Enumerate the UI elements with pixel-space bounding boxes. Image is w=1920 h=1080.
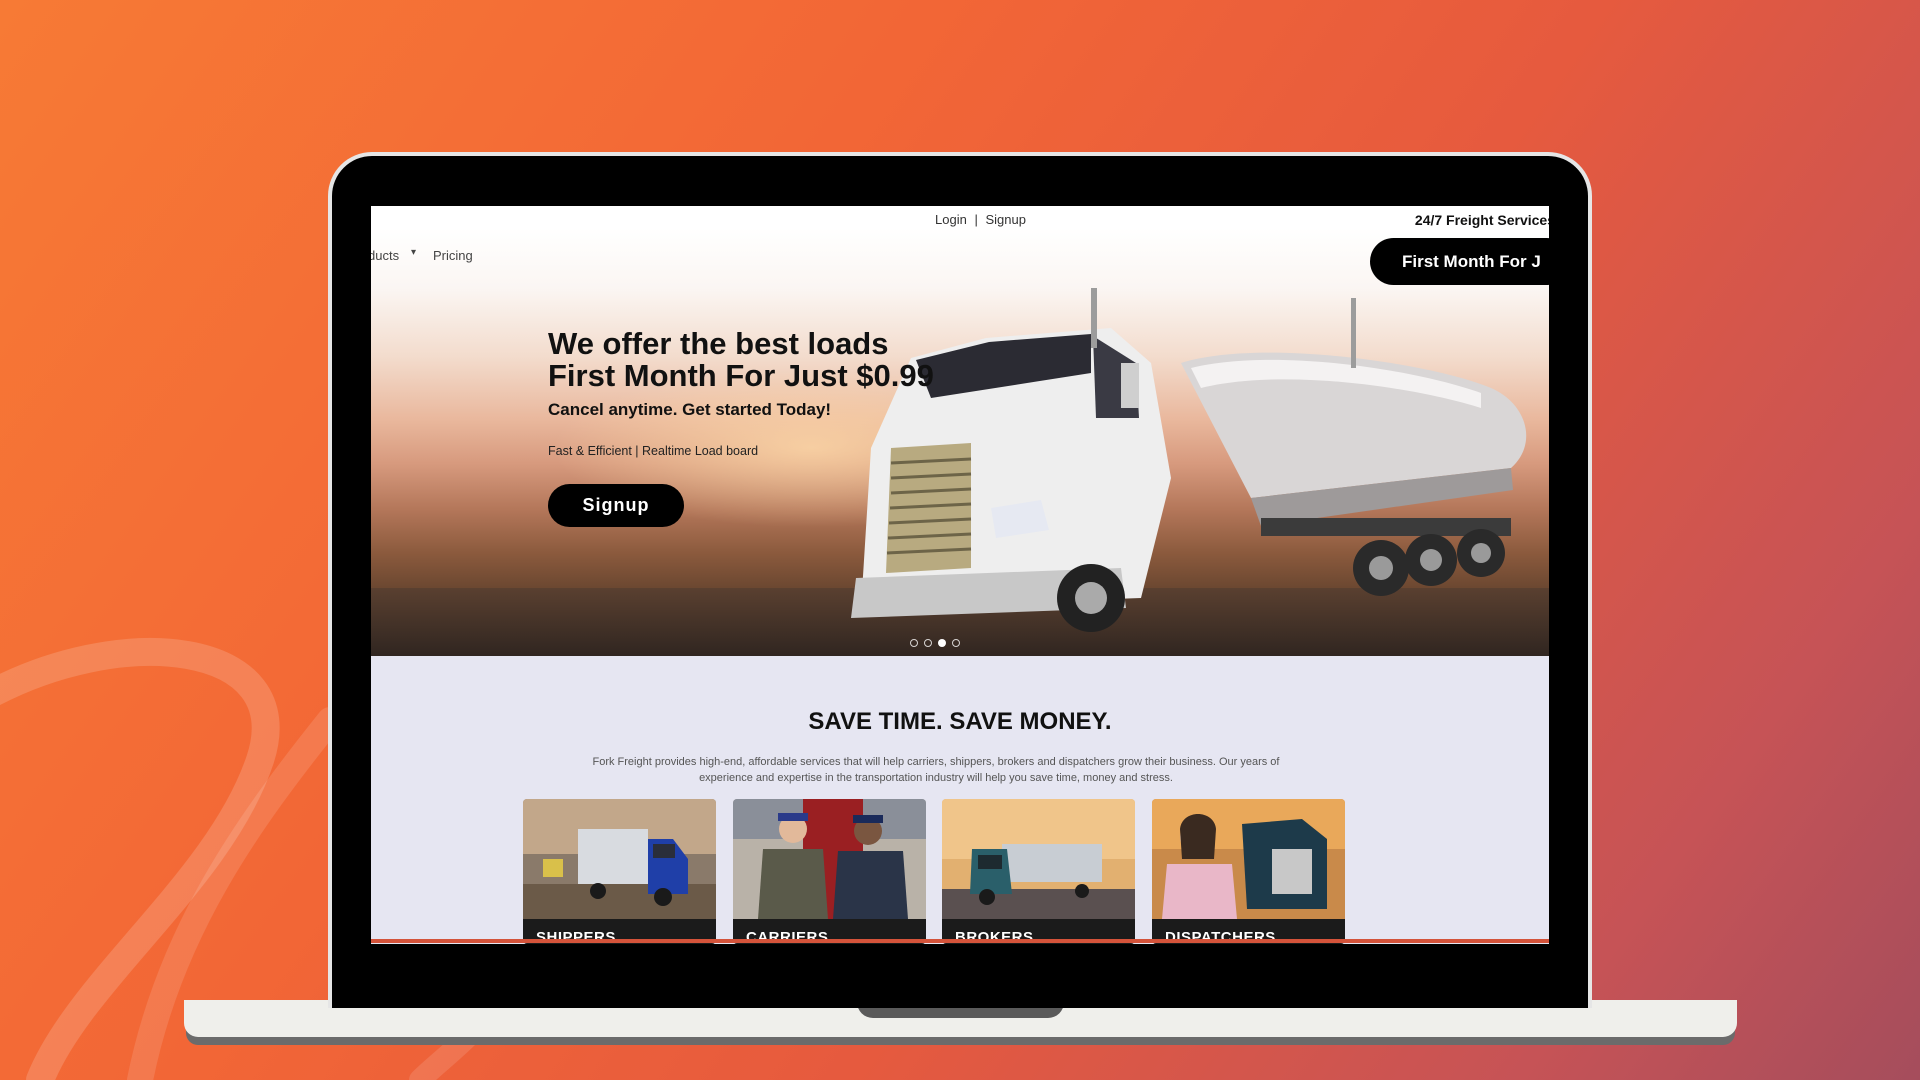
brokers-truck-image xyxy=(942,799,1135,919)
carousel-dot[interactable] xyxy=(952,639,960,647)
section-description: Fork Freight provides high-end, affordab… xyxy=(592,756,1280,784)
card-shippers[interactable]: SHIPPERS xyxy=(523,799,716,944)
bottom-accent-line xyxy=(371,939,1549,943)
card-carriers[interactable]: CARRIERS xyxy=(733,799,926,944)
carriers-handshake-image xyxy=(733,799,926,919)
auth-separator: | xyxy=(974,212,978,227)
hero-signup-button[interactable]: Signup xyxy=(548,484,684,527)
hero-title: We offer the best loads First Month For … xyxy=(548,328,934,392)
carousel-dots xyxy=(910,639,960,647)
hero-title-line1: We offer the best loads xyxy=(548,326,889,361)
nav-products[interactable]: ducts xyxy=(371,248,399,263)
carousel-dot[interactable] xyxy=(924,639,932,647)
hero-tagline: Fast & Efficient | Realtime Load board xyxy=(548,444,759,458)
card-dispatchers[interactable]: DISPATCHERS xyxy=(1152,799,1345,944)
promo-button[interactable]: First Month For J xyxy=(1370,238,1549,285)
card-brokers[interactable]: BROKERS xyxy=(942,799,1135,944)
carousel-dot-active[interactable] xyxy=(938,639,946,647)
dispatchers-image xyxy=(1152,799,1345,919)
hero-subtitle: Cancel anytime. Get started Today! xyxy=(548,400,832,419)
website-screen: Login | Signup 24/7 Freight Services duc… xyxy=(371,206,1549,944)
hero-banner: ducts ▾ Pricing First Month For J We off… xyxy=(371,228,1549,656)
section-title: SAVE TIME. SAVE MONEY. xyxy=(808,708,1112,735)
signup-link[interactable]: Signup xyxy=(985,212,1025,227)
services-text: 24/7 Freight Services xyxy=(1414,212,1549,228)
shippers-truck-image xyxy=(523,799,716,919)
hero-title-line2: First Month For Just $0.99 xyxy=(548,358,934,393)
login-link[interactable]: Login xyxy=(935,212,967,227)
tanker-truck-image xyxy=(851,288,1527,632)
save-time-section: SAVE TIME. SAVE MONEY. Fork Freight prov… xyxy=(371,656,1549,944)
carousel-dot[interactable] xyxy=(910,639,918,647)
auth-links: Login | Signup xyxy=(933,212,1028,227)
chevron-down-icon[interactable]: ▾ xyxy=(411,247,416,258)
nav-pricing[interactable]: Pricing xyxy=(433,248,473,263)
